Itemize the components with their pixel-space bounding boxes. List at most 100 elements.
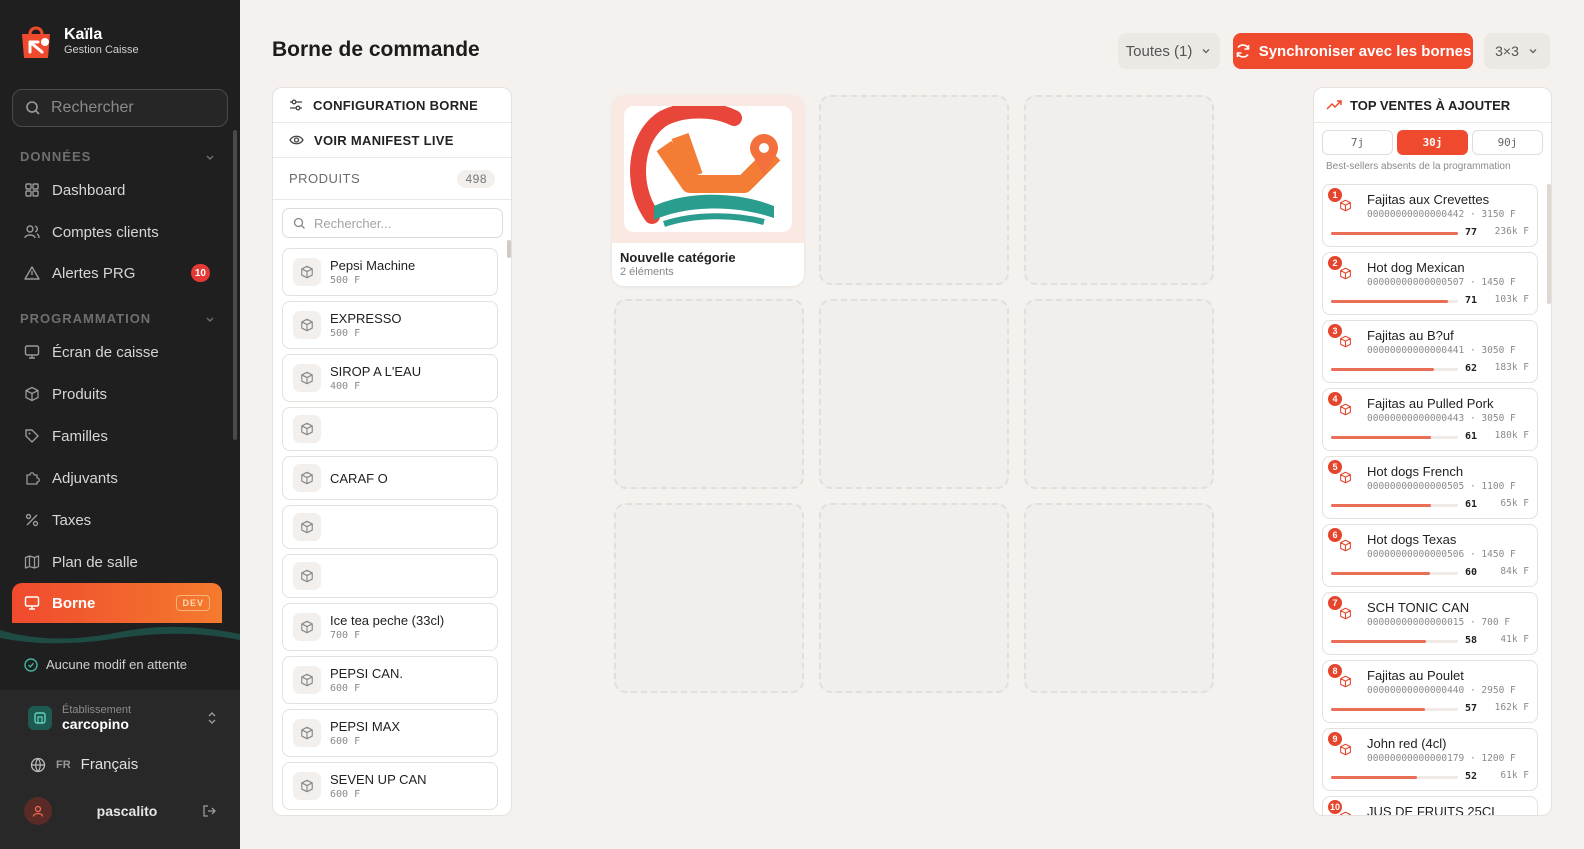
product-item[interactable]: CARAF O [282, 456, 498, 500]
top-sale-code: 00000000000000505 [1367, 481, 1465, 492]
top-sale-name: Hot dogs French [1367, 464, 1464, 479]
period-tab-7j[interactable]: 7j [1322, 130, 1393, 155]
period-tab-30j[interactable]: 30j [1397, 130, 1468, 155]
top-sale-item[interactable]: 4 Fajitas au Pulled Pork 0000000000000044… [1322, 388, 1538, 451]
sidebar-item-dashboard[interactable]: Dashboard [12, 172, 222, 208]
top-sale-price: 1200 F [1481, 753, 1516, 764]
filter-dropdown[interactable]: Toutes (1) [1118, 33, 1220, 69]
top-sale-item[interactable]: 3 Fajitas au B?uf 00000000000000441 · 305… [1322, 320, 1538, 383]
empty-slot[interactable] [1024, 299, 1214, 489]
section-label: DONNÉES [20, 149, 92, 164]
sales-bar [1331, 776, 1458, 779]
top-sale-item[interactable]: 6 Hot dogs Texas 00000000000000506 · 1450… [1322, 524, 1538, 587]
empty-slot[interactable] [1024, 503, 1214, 693]
top-sale-qty: 61 [1464, 499, 1477, 510]
product-thumb [293, 258, 321, 286]
empty-slot[interactable] [819, 299, 1009, 489]
manifest-live-button[interactable]: VOIR MANIFEST LIVE [273, 123, 511, 158]
product-item[interactable]: SIROP A L'EAU 400 F [282, 354, 498, 402]
sidebar-item-label: Taxes [52, 511, 92, 529]
user-name: pascalito [96, 803, 158, 819]
sidebar-item-familles[interactable]: Familles [12, 418, 222, 454]
box-icon [301, 471, 313, 485]
config-borne-label: CONFIGURATION BORNE [313, 97, 479, 113]
empty-slot[interactable] [819, 95, 1009, 285]
box-icon [1340, 199, 1351, 212]
shopping-bag-logo-icon [22, 26, 50, 58]
empty-slot[interactable] [614, 503, 804, 693]
logout-icon[interactable] [202, 804, 216, 818]
product-list: Pepsi Machine 500 F EXPRESSO 500 F SIROP… [282, 248, 498, 815]
product-item[interactable]: Pepsi Machine 500 F [282, 248, 498, 296]
top-sale-name: Fajitas aux Crevettes [1367, 192, 1490, 207]
top-sale-code: 00000000000000442 [1367, 209, 1465, 220]
sync-button[interactable]: Synchroniser avec les bornes [1233, 33, 1473, 69]
product-item[interactable] [282, 554, 498, 598]
grid-size-dropdown[interactable]: 3×3 [1484, 33, 1550, 69]
product-thumb [293, 613, 321, 641]
sidebar-item-comptes-clients[interactable]: Comptes clients [12, 214, 222, 250]
product-list-scrollbar[interactable] [507, 240, 511, 258]
sidebar-item-adjuvants[interactable]: Adjuvants [12, 460, 222, 496]
top-sale-code-price: 00000000000000441 · 3050 F [1367, 345, 1516, 356]
brand[interactable]: Kaïla Gestion Caisse [18, 22, 139, 60]
category-tile[interactable]: Nouvelle catégorie 2 éléments [612, 95, 804, 286]
sidebar-search-input[interactable] [51, 99, 211, 117]
establishment-name: carcopino [62, 716, 129, 732]
product-thumb [293, 464, 321, 492]
period-tab-90j[interactable]: 90j [1472, 130, 1543, 155]
sidebar-item-taxes[interactable]: Taxes [12, 502, 222, 538]
box-icon [1340, 335, 1351, 348]
config-borne-button[interactable]: CONFIGURATION BORNE [273, 88, 511, 123]
top-sale-code: 00000000000000440 [1367, 685, 1465, 696]
sidebar-search[interactable] [12, 89, 228, 127]
sales-bar-fill [1331, 572, 1431, 575]
top-sale-qty: 62 [1464, 363, 1477, 374]
top-sale-item[interactable]: 1 Fajitas aux Crevettes 00000000000000442… [1322, 184, 1538, 247]
chevron-down-icon [206, 317, 214, 322]
top-sales-panel: TOP VENTES À AJOUTER 7j 30j 90j Best-sel… [1313, 87, 1552, 816]
language-selector[interactable]: FR Français [30, 756, 138, 773]
tag-icon [25, 429, 39, 443]
avatar[interactable] [24, 797, 52, 825]
product-item[interactable]: PEPSI CAN. 600 F [282, 656, 498, 704]
language-name: Français [80, 756, 139, 773]
product-item[interactable] [282, 407, 498, 451]
establishment-selector[interactable]: Établissement carcopino [28, 704, 218, 732]
product-thumb [293, 719, 321, 747]
sidebar-item-plan-de-salle[interactable]: Plan de salle [12, 544, 222, 580]
product-search-input[interactable] [314, 215, 484, 231]
top-sale-item[interactable]: 5 Hot dogs French 00000000000000505 · 110… [1322, 456, 1538, 519]
sidebar-item-produits[interactable]: Produits [12, 376, 222, 412]
top-sale-item[interactable]: 9 John red (4cl) 00000000000000179 · 1200… [1322, 728, 1538, 791]
top-sale-code: 00000000000000506 [1367, 549, 1465, 560]
empty-slot[interactable] [614, 299, 804, 489]
sidebar-item-ecran-de-caisse[interactable]: Écran de caisse [12, 334, 222, 370]
top-sales-scrollbar[interactable] [1547, 184, 1551, 304]
top-sale-price: 700 F [1481, 617, 1511, 628]
product-search[interactable] [282, 208, 503, 238]
top-sale-name: John red (4cl) [1367, 736, 1447, 751]
section-donnees[interactable]: DONNÉES [20, 149, 216, 164]
top-sale-item[interactable]: 10 JUS DE FRUITS 25CL [1322, 796, 1538, 815]
sales-bar [1331, 368, 1458, 371]
top-sale-qty: 57 [1464, 703, 1477, 714]
product-item[interactable]: EXPRESSO 500 F [282, 301, 498, 349]
sidebar-scrollbar[interactable] [233, 130, 237, 440]
product-item[interactable]: Ice tea peche (33cl) 700 F [282, 603, 498, 651]
product-item[interactable]: PEPSI MAX 600 F [282, 709, 498, 757]
sales-bar-fill [1331, 708, 1425, 711]
empty-slot[interactable] [1024, 95, 1214, 285]
top-sale-item[interactable]: 7 SCH TONIC CAN 00000000000000015 · 700 F… [1322, 592, 1538, 655]
empty-slot[interactable] [819, 503, 1009, 693]
top-sale-item[interactable]: 8 Fajitas au Poulet 00000000000000440 · 2… [1322, 660, 1538, 723]
top-sale-revenue: 65k F [1500, 498, 1529, 509]
top-sale-item[interactable]: 2 Hot dog Mexican 00000000000000507 · 145… [1322, 252, 1538, 315]
alert-count-badge: 10 [190, 264, 210, 282]
section-programmation[interactable]: PROGRAMMATION [20, 311, 216, 326]
sidebar-item-alertes-prg[interactable]: Alertes PRG 10 [12, 255, 222, 291]
chevron-down-icon [1202, 49, 1210, 54]
top-sale-name: Hot dog Mexican [1367, 260, 1465, 275]
product-item[interactable]: SEVEN UP CAN 600 F [282, 762, 498, 810]
product-item[interactable] [282, 505, 498, 549]
